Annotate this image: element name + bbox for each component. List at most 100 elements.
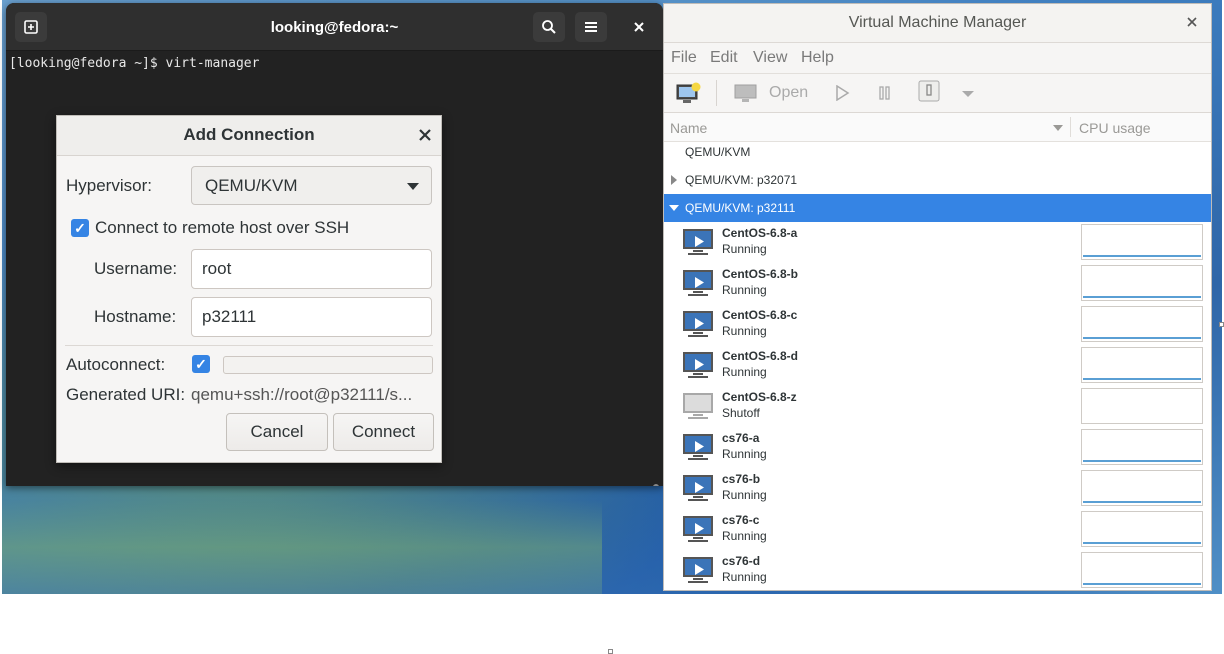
expander-expanded-icon[interactable]	[669, 205, 679, 211]
generated-uri-value: qemu+ssh://root@p32111/s...	[191, 385, 413, 404]
connection-label: QEMU/KVM: p32111	[685, 201, 796, 215]
vm-name: CentOS-6.8-a	[722, 226, 798, 240]
vm-row[interactable]: cs76-a Running	[664, 427, 1211, 468]
pause-icon[interactable]	[878, 85, 892, 106]
play-icon[interactable]	[834, 84, 850, 106]
connection-label: QEMU/KVM	[685, 145, 751, 159]
separator	[65, 345, 433, 346]
vm-running-icon	[682, 228, 714, 256]
open-button[interactable]: Open	[769, 84, 808, 102]
vm-running-icon	[682, 556, 714, 584]
vm-row[interactable]: cs76-c Running	[664, 509, 1211, 550]
vm-running-icon	[682, 351, 714, 379]
hostname-field[interactable]: p32111	[191, 297, 432, 337]
menu-bar: File Edit View Help	[664, 43, 1211, 74]
vmm-title: Virtual Machine Manager	[848, 14, 1027, 31]
cpu-usage-graph	[1081, 265, 1203, 301]
close-icon[interactable]	[1187, 13, 1197, 32]
close-icon[interactable]	[623, 12, 655, 42]
vm-status: Running	[722, 324, 767, 338]
autoconnect-checkbox[interactable]: ✓	[192, 355, 210, 373]
cpu-usage-line	[1083, 583, 1201, 585]
column-name[interactable]: Name	[670, 120, 707, 136]
ssh-checkbox-label[interactable]: Connect to remote host over SSH	[95, 218, 349, 238]
chevron-down-icon[interactable]	[962, 91, 974, 97]
virtual-machine-manager-window: Virtual Machine Manager File Edit View H…	[663, 3, 1212, 591]
cpu-usage-line	[1083, 378, 1201, 380]
username-label: Username:	[94, 259, 178, 278]
terminal-command-line: [looking@fedora ~]$ virt-manager	[9, 56, 260, 71]
vm-name: cs76-d	[722, 554, 761, 568]
close-icon[interactable]	[419, 124, 431, 146]
vm-name: CentOS-6.8-b	[722, 267, 799, 281]
sort-arrow-icon[interactable]	[1053, 125, 1063, 131]
resize-handle[interactable]	[608, 649, 613, 654]
vm-status: Shutoff	[722, 406, 760, 420]
resize-handle[interactable]	[1219, 322, 1224, 327]
vm-name: CentOS-6.8-c	[722, 308, 798, 322]
cpu-usage-graph	[1081, 347, 1203, 383]
vm-row[interactable]: CentOS-6.8-c Running	[664, 304, 1211, 345]
menu-help[interactable]: Help	[801, 49, 834, 67]
vm-row[interactable]: cs76-d Running	[664, 550, 1211, 590]
generated-uri-label: Generated URI:	[66, 385, 186, 404]
vm-name: CentOS-6.8-d	[722, 349, 799, 363]
hypervisor-select[interactable]: QEMU/KVM	[191, 166, 432, 205]
terminal-scrollbar[interactable]	[653, 484, 659, 486]
vm-status: Running	[722, 570, 767, 584]
cpu-usage-line	[1083, 542, 1201, 544]
hostname-value: p32111	[202, 307, 257, 326]
hamburger-menu-icon[interactable]	[575, 12, 607, 42]
vm-shutoff-icon	[682, 392, 714, 420]
vm-row[interactable]: CentOS-6.8-b Running	[664, 263, 1211, 304]
cpu-usage-graph	[1081, 224, 1203, 260]
cpu-usage-graph	[1081, 511, 1203, 547]
cpu-usage-line	[1083, 255, 1201, 257]
connect-button[interactable]: Connect	[333, 413, 434, 451]
column-cpu-usage[interactable]: CPU usage	[1079, 120, 1151, 136]
chevron-down-icon	[407, 183, 419, 190]
vm-status: Running	[722, 488, 767, 502]
shutdown-icon[interactable]	[918, 80, 940, 107]
toolbar: Open	[664, 74, 1211, 113]
vm-row[interactable]: CentOS-6.8-z Shutoff	[664, 386, 1211, 427]
ssh-checkbox[interactable]: ✓	[71, 219, 89, 237]
menu-file[interactable]: File	[671, 49, 697, 67]
vm-row[interactable]: CentOS-6.8-a Running	[664, 222, 1211, 263]
vm-running-icon	[682, 515, 714, 543]
username-value: root	[202, 259, 232, 278]
hypervisor-value: QEMU/KVM	[205, 176, 298, 195]
connection-row[interactable]: QEMU/KVM: p32071	[664, 166, 1211, 194]
username-field[interactable]: root	[191, 249, 432, 289]
vm-status: Running	[722, 529, 767, 543]
vm-running-icon	[682, 269, 714, 297]
vm-row[interactable]: CentOS-6.8-d Running	[664, 345, 1211, 386]
cpu-usage-line	[1083, 501, 1201, 503]
autoconnect-row	[223, 356, 433, 374]
terminal-header: looking@fedora:~	[6, 3, 663, 51]
vm-name: CentOS-6.8-z	[722, 390, 797, 404]
cancel-button[interactable]: Cancel	[226, 413, 328, 451]
vm-running-icon	[682, 310, 714, 338]
connection-row[interactable]: QEMU/KVM	[664, 138, 1211, 166]
toolbar-separator	[716, 80, 717, 106]
vm-running-icon	[682, 474, 714, 502]
new-vm-icon[interactable]	[676, 82, 702, 109]
expander-collapsed-icon[interactable]	[671, 175, 677, 185]
menu-edit[interactable]: Edit	[710, 49, 738, 67]
vm-row[interactable]: cs76-b Running	[664, 468, 1211, 509]
wallpaper-texture	[2, 500, 602, 594]
connection-label: QEMU/KVM: p32071	[685, 173, 798, 187]
monitor-icon[interactable]	[734, 82, 758, 109]
cpu-usage-line	[1083, 296, 1201, 298]
menu-view[interactable]: View	[753, 49, 787, 67]
cpu-usage-line	[1083, 337, 1201, 339]
vm-name: cs76-a	[722, 431, 760, 445]
search-icon[interactable]	[533, 12, 565, 42]
vm-status: Running	[722, 283, 767, 297]
cpu-usage-graph	[1081, 552, 1203, 588]
vmm-header: Virtual Machine Manager	[664, 4, 1211, 43]
connection-row-selected[interactable]: QEMU/KVM: p32111	[664, 194, 1211, 222]
vm-running-icon	[682, 433, 714, 461]
cpu-usage-line	[1083, 460, 1201, 462]
